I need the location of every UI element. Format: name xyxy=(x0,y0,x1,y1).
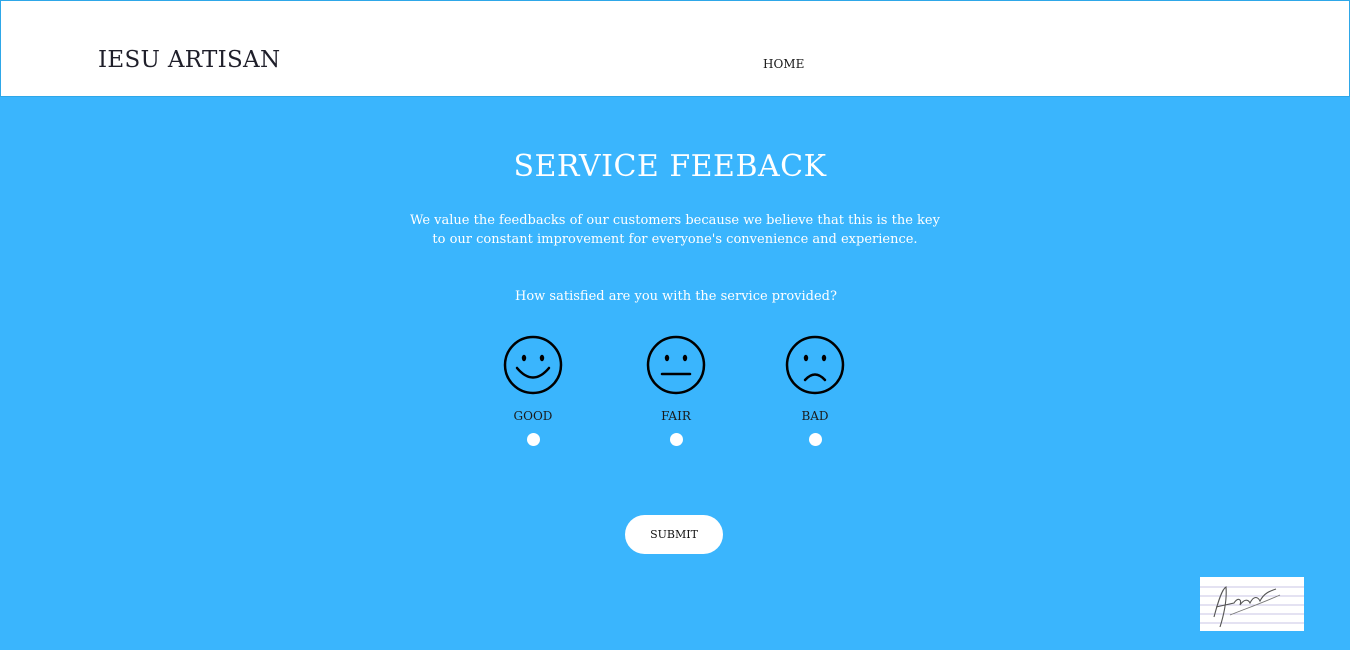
signature-drawing xyxy=(1200,586,1304,628)
satisfaction-question: How satisfied are you with the service p… xyxy=(515,289,837,304)
smiley-neutral-icon xyxy=(646,335,706,395)
rating-option-good: GOOD xyxy=(483,335,583,446)
rating-option-bad: BAD xyxy=(765,335,865,446)
smiley-happy-icon xyxy=(503,335,563,395)
rating-radio-good[interactable] xyxy=(526,433,540,446)
rating-option-fair: FAIR xyxy=(626,335,726,446)
feedback-section: SERVICE FEEBACK We value the feedbacks o… xyxy=(0,97,1350,650)
rating-label-bad: BAD xyxy=(801,409,829,423)
rating-radio-bad[interactable] xyxy=(808,433,822,446)
rating-label-good: GOOD xyxy=(513,409,553,423)
brand-logo-text[interactable]: IESU ARTISAN xyxy=(98,47,280,73)
smiley-sad-icon xyxy=(785,335,845,395)
nav-home-link[interactable]: HOME xyxy=(763,57,804,71)
submit-button[interactable]: SUBMIT xyxy=(625,515,723,554)
site-header: IESU ARTISAN HOME xyxy=(0,0,1350,97)
rating-label-fair: FAIR xyxy=(661,409,691,423)
rating-radio-fair[interactable] xyxy=(669,433,683,446)
signature-image xyxy=(1200,577,1304,631)
page-title: SERVICE FEEBACK xyxy=(513,149,827,184)
intro-text: We value the feedbacks of our customers … xyxy=(410,213,940,247)
